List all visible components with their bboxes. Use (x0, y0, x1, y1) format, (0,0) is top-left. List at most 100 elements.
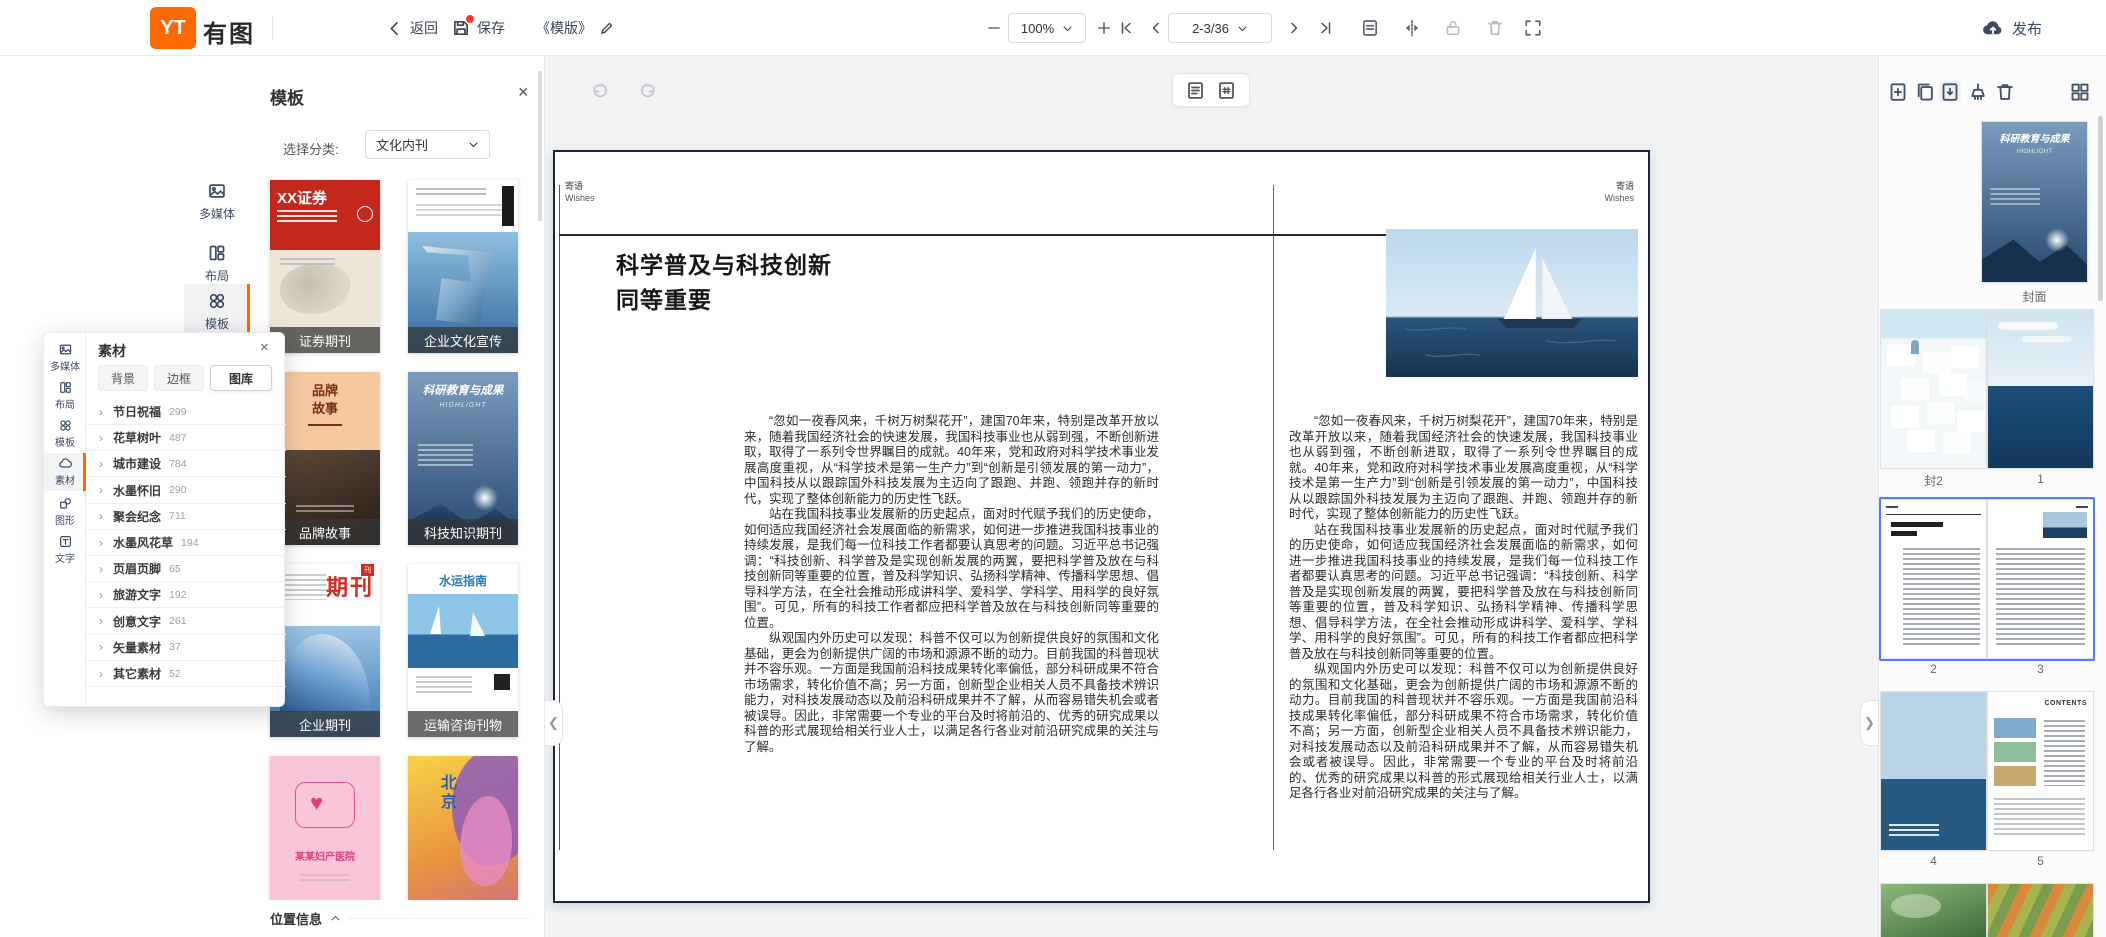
template-card[interactable]: 品牌故事品牌故事 (270, 372, 380, 545)
delete-page-icon[interactable] (1994, 81, 2016, 103)
article-paragraph: 站在我国科技事业发展新的历史起点，面对时代赋予我们的历史使命，如何适应我国经济社… (1289, 523, 1638, 663)
publish-button[interactable]: 发布 (1982, 0, 2042, 56)
template-card-label: 企业期刊 (270, 711, 380, 737)
collapse-right-panel-icon[interactable]: ❯ (1860, 700, 1878, 746)
clear-page-icon[interactable] (1967, 81, 1989, 103)
page-column-rule (1273, 185, 1274, 850)
page-thumbnail[interactable] (1881, 310, 1986, 468)
template-scrollbar[interactable] (538, 71, 542, 221)
asset-category-count: 37 (169, 641, 181, 653)
zoom-level-select[interactable]: 100% (1008, 13, 1086, 43)
first-page-button[interactable] (1116, 18, 1136, 38)
asset-category-count: 194 (181, 537, 199, 549)
page-thumbnail[interactable] (1881, 500, 1986, 658)
assets-panel-title: 素材 (98, 341, 126, 361)
assets-rail-item-template[interactable]: 模板 (44, 415, 86, 453)
assets-rail-item-media[interactable]: 多媒体 (44, 339, 86, 377)
template-card[interactable]: 水运指南运输咨询刊物 (408, 564, 518, 737)
template-icon (208, 292, 226, 310)
sailboat-photo[interactable] (1386, 229, 1638, 377)
back-label: 返回 (410, 18, 438, 38)
close-icon[interactable]: × (260, 339, 269, 356)
page-thumbnail[interactable]: 科研教育与成果HIGHLIGHT (1982, 122, 2087, 282)
add-page-icon[interactable] (1887, 81, 1909, 103)
fullscreen-icon[interactable] (1523, 18, 1543, 38)
asset-category-row[interactable]: ›旅游文字192 (86, 582, 286, 608)
page-thumbnail[interactable] (1881, 884, 1986, 937)
rail-item-label: 模板 (205, 315, 229, 332)
article-column-left[interactable]: “忽如一夜春风来，千树万树梨花开”，建国70年来，特别是改革开放以来，随着我国经… (744, 414, 1159, 755)
media-icon (59, 343, 72, 356)
page-thumbnail[interactable] (1881, 692, 1986, 850)
redo-icon[interactable] (638, 82, 658, 102)
next-page-button[interactable] (1284, 18, 1304, 38)
template-card-label: 运输咨询刊物 (408, 711, 518, 737)
template-card[interactable]: ♥某某妇产医院 (270, 756, 380, 900)
page-thumbnail[interactable] (1988, 310, 2093, 468)
position-info-section[interactable]: 位置信息 (250, 900, 544, 937)
template-card-label: 企业文化宣传 (408, 327, 518, 353)
template-card-label: 证券期刊 (270, 327, 380, 353)
assets-rail-item-cloud[interactable]: 素材 (44, 453, 86, 491)
page-view-toggle (1172, 73, 1250, 107)
asset-category-count: 192 (169, 589, 187, 601)
page-spread[interactable]: 寄语Wishes 寄语Wishes 科学普及与科技创新 同等重要 (553, 150, 1650, 903)
app-logo[interactable]: YT (150, 7, 196, 49)
template-card[interactable]: 企业文化宣传 (408, 180, 518, 353)
zoom-out-button[interactable] (984, 18, 1004, 38)
asset-category-row[interactable]: ›节日祝福299 (86, 399, 286, 425)
grid-view-icon[interactable] (2069, 81, 2091, 103)
back-button[interactable]: 返回 (386, 0, 438, 56)
edit-pencil-icon[interactable] (599, 21, 614, 36)
collapse-left-panel-icon[interactable]: ❮ (545, 700, 563, 746)
last-page-button[interactable] (1316, 18, 1336, 38)
page-thumbnail[interactable] (1988, 884, 2093, 937)
asset-category-row[interactable]: ›创意文字261 (86, 609, 286, 635)
delete-icon[interactable] (1485, 18, 1505, 38)
asset-category-label: 节日祝福 (113, 403, 161, 420)
export-page-icon[interactable] (1939, 81, 1961, 103)
assets-rail-item-layout[interactable]: 布局 (44, 377, 86, 415)
assets-tab-background[interactable]: 背景 (98, 365, 148, 391)
asset-category-row[interactable]: ›其它素材52 (86, 661, 286, 687)
document-title[interactable]: 《模版》 (536, 0, 614, 56)
article-column-right[interactable]: “忽如一夜春风来，千树万树梨花开”，建国70年来，特别是改革开放以来，随着我国经… (1289, 414, 1638, 802)
assets-tab-border[interactable]: 边框 (154, 365, 204, 391)
article-headline[interactable]: 科学普及与科技创新 同等重要 (616, 248, 832, 318)
assets-rail-label: 素材 (55, 472, 75, 487)
sidebar-item-media[interactable]: 多媒体 (184, 174, 250, 230)
chevron-right-icon: › (99, 405, 103, 419)
page-thumbnail-label: 5 (1988, 854, 2093, 868)
assets-rail-item-text[interactable]: 文字 (44, 531, 86, 569)
page-thumbnail[interactable]: CONTENTS (1988, 692, 2093, 850)
pages-scrollbar[interactable] (2098, 116, 2103, 301)
zoom-in-button[interactable] (1094, 18, 1114, 38)
asset-category-row[interactable]: ›水墨风花草194 (86, 530, 286, 556)
page-thumbnail[interactable] (1988, 500, 2093, 658)
template-card[interactable]: XX证券证券期刊 (270, 180, 380, 353)
template-card[interactable]: 期刊刊企业期刊 (270, 564, 380, 737)
prev-page-button[interactable] (1146, 18, 1166, 38)
single-page-view-icon[interactable] (1186, 81, 1205, 100)
copy-page-icon[interactable] (1914, 81, 1936, 103)
asset-category-row[interactable]: ›聚会纪念711 (86, 504, 286, 530)
page-number-view-icon[interactable] (1217, 81, 1236, 100)
lock-icon[interactable] (1443, 18, 1463, 38)
page-settings-icon[interactable] (1360, 18, 1380, 38)
assets-rail-item-shapes[interactable]: 图形 (44, 493, 86, 531)
mirror-page-icon[interactable] (1402, 18, 1422, 38)
asset-category-row[interactable]: ›矢量素材37 (86, 635, 286, 661)
asset-category-row[interactable]: ›页眉页脚65 (86, 556, 286, 582)
assets-tab-gallery[interactable]: 图库 (210, 365, 272, 391)
template-card[interactable]: 北京 (408, 756, 518, 900)
undo-icon[interactable] (590, 82, 610, 102)
back-arrow-icon (386, 20, 403, 37)
asset-category-row[interactable]: ›城市建设784 (86, 451, 286, 477)
asset-category-label: 水墨怀旧 (113, 482, 161, 499)
asset-category-row[interactable]: ›花草树叶487 (86, 425, 286, 451)
save-button[interactable]: 保存 (452, 0, 505, 56)
page-indicator-select[interactable]: 2-3/36 (1168, 13, 1272, 43)
asset-category-row[interactable]: ›水墨怀旧290 (86, 478, 286, 504)
chevron-right-icon: › (99, 431, 103, 445)
template-card[interactable]: 科研教育与成果HIGHLIGHT科技知识期刊 (408, 372, 518, 545)
